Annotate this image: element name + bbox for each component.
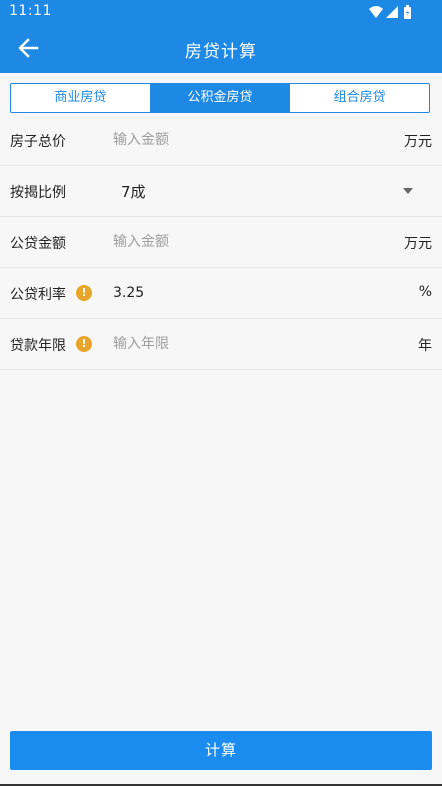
- signal-icon: [386, 6, 398, 18]
- loan-amount-unit: 万元: [404, 236, 432, 252]
- loan-type-tabs: 商业房贷 公积金房贷 组合房贷: [10, 83, 430, 113]
- status-icons: [368, 4, 416, 20]
- tab-combined-loan[interactable]: 组合房贷: [290, 84, 429, 112]
- interest-rate-row: 公贷利率 ! %: [0, 268, 442, 319]
- calculate-button[interactable]: 计算: [10, 731, 432, 770]
- app-bar: 房贷计算: [0, 24, 442, 73]
- warning-icon[interactable]: !: [76, 285, 92, 301]
- warning-icon[interactable]: !: [76, 336, 92, 352]
- loan-form: 房子总价 万元 按揭比例 7成 公贷金额 万元 公贷利率 ! % 贷款年限 ! …: [0, 115, 442, 370]
- loan-term-unit: 年: [418, 338, 432, 354]
- tab-commercial-loan[interactable]: 商业房贷: [11, 84, 151, 112]
- total-price-input[interactable]: [113, 128, 363, 152]
- interest-rate-label: 公贷利率: [10, 287, 66, 303]
- loan-amount-input[interactable]: [113, 230, 363, 254]
- loan-term-input[interactable]: [113, 332, 363, 356]
- down-payment-select[interactable]: 7成: [121, 181, 146, 202]
- interest-rate-input[interactable]: [113, 281, 363, 305]
- down-payment-row[interactable]: 按揭比例 7成: [0, 166, 442, 217]
- total-price-row: 房子总价 万元: [0, 115, 442, 166]
- total-price-unit: 万元: [404, 134, 432, 150]
- tab-provident-fund-loan[interactable]: 公积金房贷: [150, 84, 291, 112]
- page-title: 房贷计算: [185, 42, 257, 62]
- wifi-icon: [369, 6, 383, 18]
- status-time: 11:11: [9, 3, 52, 19]
- status-bar: 11:11: [0, 0, 442, 24]
- dropdown-arrow-icon[interactable]: [403, 188, 413, 194]
- total-price-label: 房子总价: [10, 134, 66, 150]
- loan-term-label: 贷款年限: [10, 338, 66, 354]
- battery-icon: [404, 5, 411, 19]
- loan-amount-row: 公贷金额 万元: [0, 217, 442, 268]
- down-payment-label: 按揭比例: [10, 185, 66, 201]
- loan-term-row: 贷款年限 ! 年: [0, 319, 442, 370]
- interest-rate-unit: %: [418, 284, 432, 300]
- loan-amount-label: 公贷金额: [10, 236, 66, 252]
